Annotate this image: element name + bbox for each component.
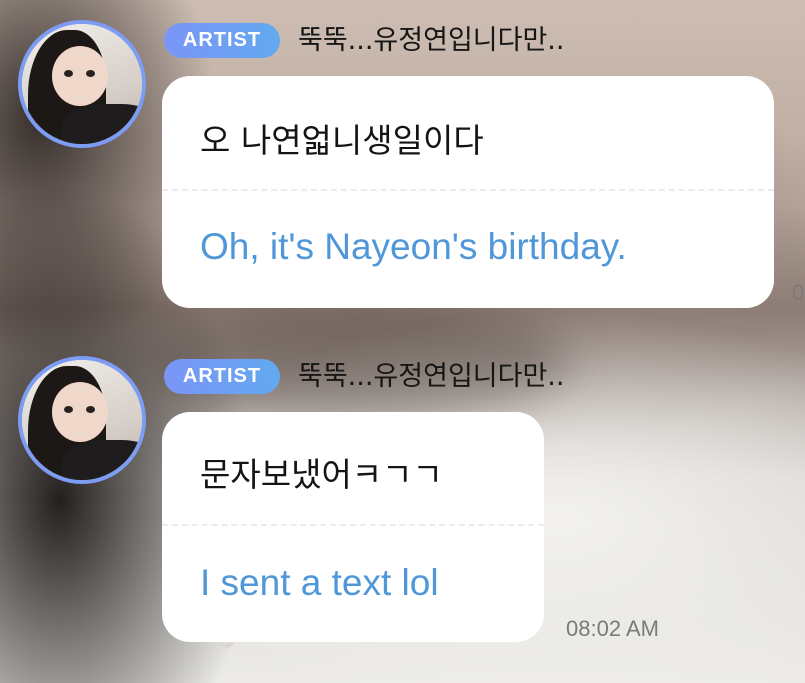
avatar-photo-eye: [64, 70, 73, 77]
avatar-photo-face: [52, 382, 108, 442]
message-bubble[interactable]: 오 나연얿니생일이다 Oh, it's Nayeon's birthday.: [162, 76, 774, 308]
message-bubble[interactable]: 문자보냈어ㅋㄱㄱ I sent a text lol: [162, 412, 544, 642]
bubble-divider: [162, 189, 774, 191]
artist-badge: ARTIST: [164, 23, 280, 58]
avatar-photo-shirt: [62, 440, 142, 480]
avatar-photo-shirt: [62, 104, 142, 144]
message-timestamp: 08:02 AM: [566, 616, 659, 641]
message-timestamp: 0: [792, 280, 805, 305]
avatar-photo-eye: [64, 406, 73, 413]
avatar-photo-face: [52, 46, 108, 106]
sender-name: 뚝뚝...유정연입니다만..: [298, 361, 565, 392]
sender-name: 뚝뚝...유정연입니다만..: [298, 25, 565, 56]
original-text: 문자보냈어ㅋㄱㄱ: [200, 455, 443, 494]
bubble-divider: [162, 524, 544, 526]
chat-screen: ARTIST 뚝뚝...유정연입니다만.. 오 나연얿니생일이다 Oh, it'…: [0, 0, 805, 683]
avatar-photo-eye: [86, 70, 95, 77]
translation-text: Oh, it's Nayeon's birthday.: [200, 226, 627, 267]
artist-avatar[interactable]: [18, 20, 146, 148]
artist-badge: ARTIST: [164, 359, 280, 394]
artist-avatar[interactable]: [18, 356, 146, 484]
translation-text: I sent a text lol: [200, 562, 439, 603]
original-text: 오 나연얿니생일이다: [200, 121, 484, 160]
avatar-photo-eye: [86, 406, 95, 413]
